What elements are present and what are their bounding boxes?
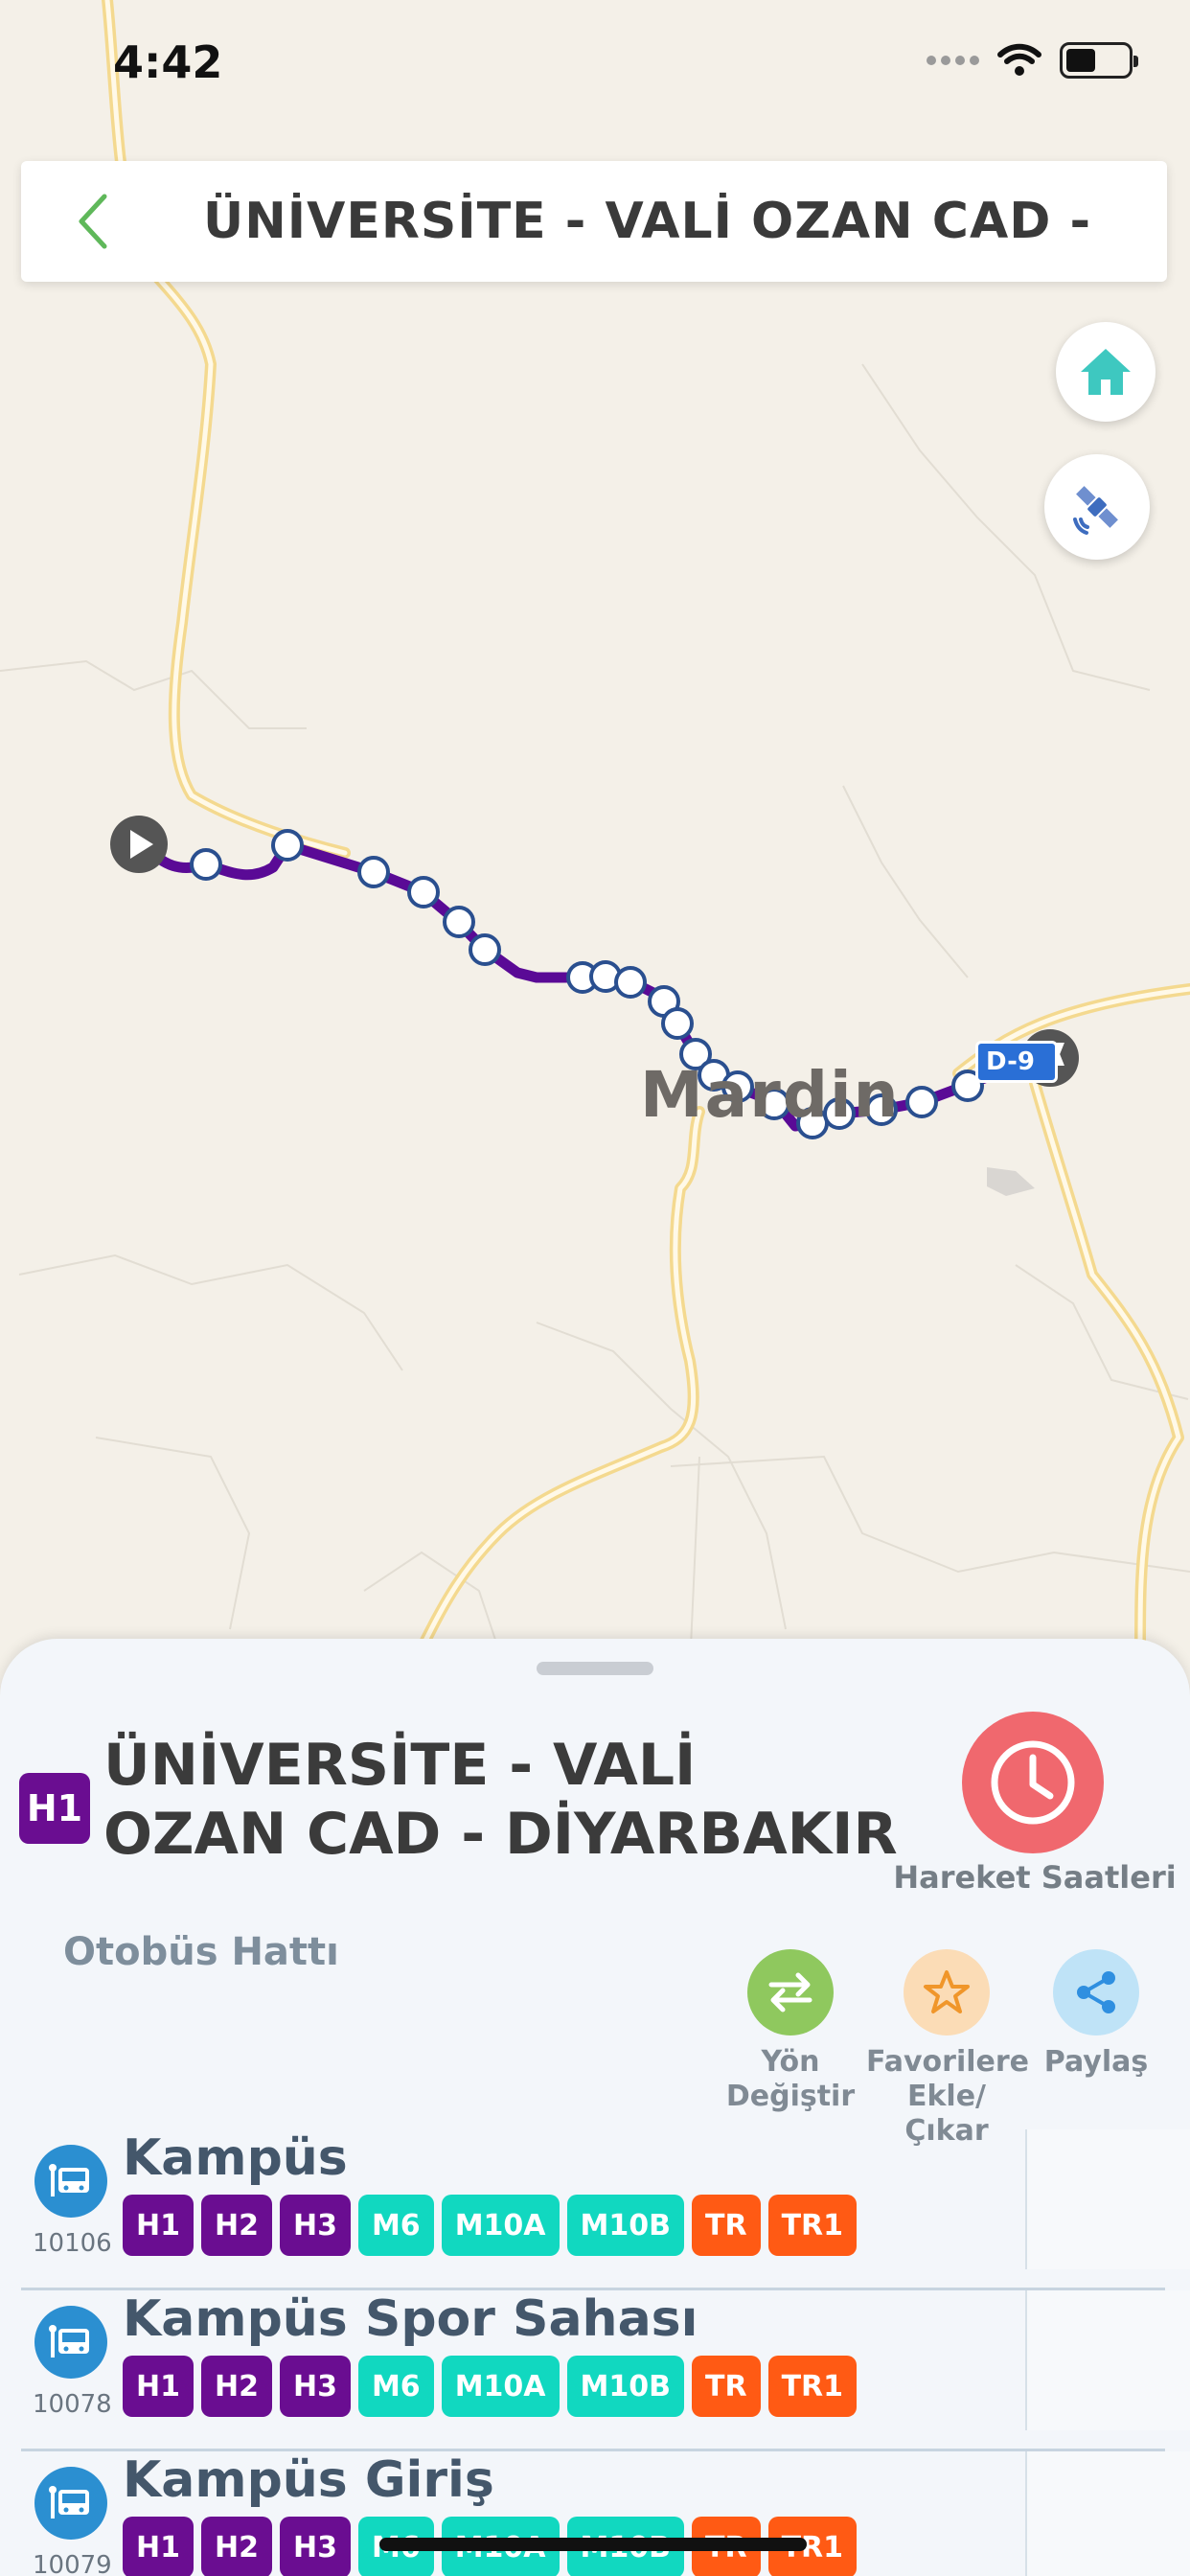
line-chip-tr[interactable]: TR bbox=[691, 2356, 761, 2417]
stop-row[interactable]: 10078 Kampüs Spor Sahası H1 H2 H3 M6 M10A M10… bbox=[0, 2290, 1190, 2451]
status-time: 4:42 bbox=[113, 36, 223, 88]
schedule-label[interactable]: Hareket Saatleri bbox=[891, 1859, 1179, 1896]
gps-satellite-icon bbox=[1073, 486, 1118, 535]
sheet-grabber[interactable] bbox=[537, 1662, 653, 1675]
share-label: Paylaş bbox=[1043, 2045, 1149, 2079]
chevron-left-icon bbox=[79, 194, 107, 249]
home-button[interactable] bbox=[1056, 322, 1156, 422]
city-label: Mardin bbox=[640, 1058, 901, 1132]
cellular-signal-icon bbox=[927, 56, 979, 65]
stop-name: Kampüs bbox=[123, 2129, 348, 2187]
route-header-bar: ÜNİVERSİTE - VALİ OZAN CAD - bbox=[21, 161, 1167, 282]
favorite-toggle-button[interactable]: Favorilere Ekle/Çıkar bbox=[866, 1949, 1029, 2149]
home-indicator bbox=[379, 2538, 807, 2551]
share-icon bbox=[1077, 1971, 1115, 2013]
stop-arrival-cell bbox=[1025, 2129, 1190, 2269]
line-type-label: Otobüs Hattı bbox=[63, 1930, 339, 1974]
battery-icon bbox=[1060, 42, 1138, 79]
stop-lines: H1H2H3M6M10AM10BTRTR1 bbox=[123, 2195, 858, 2256]
route-start-marker bbox=[110, 816, 168, 873]
line-chip-m10b[interactable]: M10B bbox=[566, 2195, 684, 2256]
bus-stop-icon bbox=[34, 2467, 107, 2540]
stop-row[interactable]: 10079 Kampüs Giriş H1H2H3M6M10AM10BTRTR1 bbox=[0, 2451, 1190, 2576]
star-icon bbox=[924, 1970, 970, 2013]
route-detail-sheet[interactable]: H1 ÜNİVERSİTE - VALİ OZAN CAD - DİYARBAK… bbox=[0, 1639, 1190, 2576]
change-direction-label-2: Değiştir bbox=[725, 2080, 856, 2113]
line-chip-h3[interactable]: H3 bbox=[279, 2356, 351, 2417]
stop-arrival-cell bbox=[1025, 2451, 1190, 2576]
line-chip-h2[interactable]: H2 bbox=[200, 2356, 272, 2417]
line-chip-tr1[interactable]: TR1 bbox=[767, 2195, 858, 2256]
line-chip-m6[interactable]: M6 bbox=[357, 2356, 434, 2417]
road-shield: D-9 bbox=[975, 1041, 1058, 1083]
stop-code: 10079 bbox=[33, 2551, 112, 2576]
stop-row[interactable]: 10106 Kampüs H1 H2 H3 M6 M10A M10B TR TR1 bbox=[0, 2129, 1190, 2290]
favorite-label-1: Favorilere bbox=[866, 2045, 1029, 2079]
line-chip-m6[interactable]: M6 bbox=[357, 2195, 434, 2256]
stop-list[interactable]: 10106 Kampüs H1 H2 H3 M6 M10A M10B TR TR1 10078… bbox=[0, 2129, 1190, 2576]
stop-arrival-cell bbox=[1025, 2290, 1190, 2430]
header-title: ÜNİVERSİTE - VALİ OZAN CAD - bbox=[203, 193, 1092, 250]
bus-stop-icon bbox=[34, 2145, 107, 2218]
route-title: ÜNİVERSİTE - VALİ OZAN CAD - DİYARBAKIR … bbox=[103, 1732, 898, 1871]
change-direction-button[interactable]: Yön Değiştir bbox=[709, 1949, 872, 2114]
line-chip-h2[interactable]: H2 bbox=[200, 2517, 272, 2576]
line-chip-m10a[interactable]: M10A bbox=[441, 2195, 560, 2256]
line-chip-h3[interactable]: H3 bbox=[279, 2517, 351, 2576]
schedule-button[interactable] bbox=[962, 1712, 1104, 1853]
line-chip-tr1[interactable]: TR1 bbox=[767, 2356, 858, 2417]
status-icons bbox=[927, 42, 1138, 79]
wifi-icon bbox=[997, 43, 1041, 76]
line-code-badge: H1 bbox=[19, 1773, 90, 1844]
line-chip-m10b[interactable]: M10B bbox=[566, 2356, 684, 2417]
change-direction-label-1: Yön bbox=[761, 2045, 820, 2079]
stop-lines: H1H2H3M6M10AM10BTRTR1 bbox=[123, 2356, 858, 2417]
home-icon bbox=[1081, 349, 1131, 395]
line-chip-m10a[interactable]: M10A bbox=[441, 2356, 560, 2417]
share-button[interactable]: Paylaş bbox=[1016, 1949, 1177, 2080]
stop-code: 10106 bbox=[33, 2229, 112, 2258]
line-chip-tr[interactable]: TR bbox=[691, 2195, 761, 2256]
back-button[interactable] bbox=[21, 161, 165, 282]
gps-button[interactable] bbox=[1044, 454, 1150, 560]
line-chip-h2[interactable]: H2 bbox=[200, 2195, 272, 2256]
stop-code: 10078 bbox=[33, 2390, 112, 2419]
swap-arrows-icon bbox=[768, 1972, 812, 2012]
stop-name: Kampüs Giriş bbox=[123, 2451, 494, 2509]
line-chip-h1[interactable]: H1 bbox=[123, 2517, 194, 2576]
stop-name: Kampüs Spor Sahası bbox=[123, 2290, 698, 2348]
bus-stop-icon bbox=[34, 2306, 107, 2379]
clock-icon bbox=[991, 1740, 1075, 1825]
line-chip-h1[interactable]: H1 bbox=[123, 2356, 194, 2417]
line-chip-h3[interactable]: H3 bbox=[279, 2195, 351, 2256]
line-chip-h1[interactable]: H1 bbox=[123, 2195, 194, 2256]
